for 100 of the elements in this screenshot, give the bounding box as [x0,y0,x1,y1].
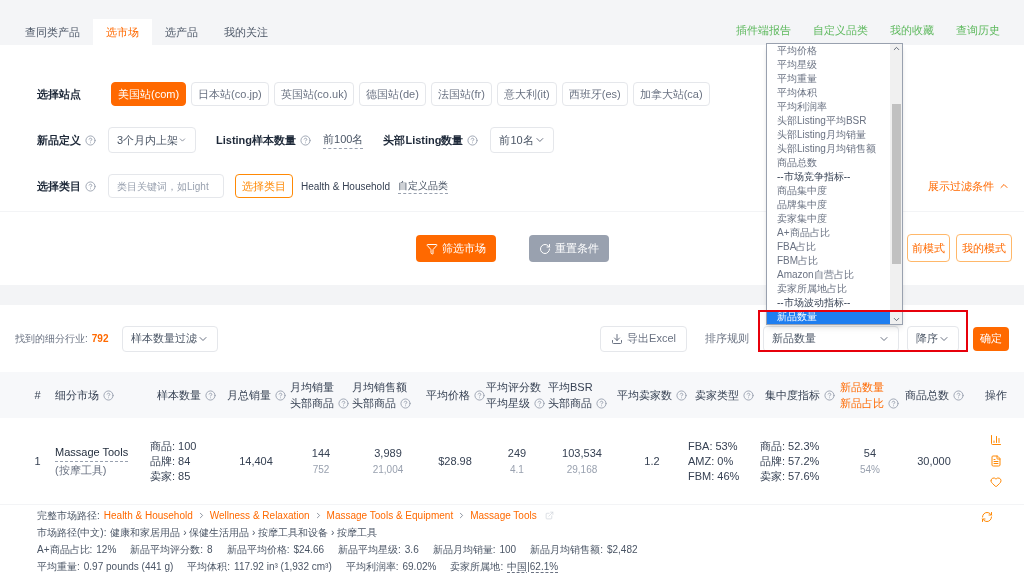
station-option[interactable]: 德国站(de) [359,82,426,106]
dropdown-option[interactable]: 平均体积 [767,86,890,100]
dropdown-option[interactable]: Amazon自营占比 [767,268,890,282]
export-excel-button[interactable]: 导出Excel [600,325,687,352]
stat-label: 新品平均评分数: [130,543,204,557]
document-icon[interactable] [990,455,1002,467]
dropdown-option[interactable]: 商品总数 [767,156,890,170]
stat-link[interactable]: 中国|62.1% [507,559,559,574]
scrollbar[interactable] [890,44,902,324]
help-icon[interactable] [596,397,607,409]
head-listing-select[interactable]: 前10名 [490,127,555,153]
external-link-icon[interactable] [544,511,554,520]
help-icon[interactable] [274,389,286,401]
dropdown-option[interactable]: 品牌集中度 [767,198,890,212]
market-path-link[interactable]: Wellness & Relaxation [209,508,310,523]
heart-icon[interactable] [990,476,1002,488]
dropdown-option[interactable]: 头部Listing月均销售额 [767,142,890,156]
scroll-down-icon[interactable] [891,315,901,324]
dropdown-group-label: --市场波动指标-- [776,296,852,310]
dropdown-option[interactable]: A+商品占比 [767,226,890,240]
dropdown-option[interactable]: 头部Listing月均销量 [767,128,890,142]
table-cell-subvalue: 21,004 [372,462,404,477]
mode-button[interactable]: 前模式 [907,234,950,262]
help-icon[interactable] [824,389,835,401]
reset-icon [538,242,551,255]
help-icon[interactable] [103,389,114,401]
detail-label: 完整市场路径: [37,509,100,523]
new-product-select[interactable]: 3个月内上架 [108,127,196,153]
bar-chart-icon[interactable] [990,434,1002,446]
current-category: Health & Household [301,179,390,194]
dropdown-option[interactable]: 平均利润率 [767,100,890,114]
help-icon[interactable] [85,180,96,192]
dropdown-option[interactable]: FBA占比 [767,240,890,254]
table-cell-line: 品牌: 84 [150,453,191,469]
stat-label: 卖家所属地: [450,560,504,574]
stat-value: 8 [207,543,213,557]
column-header: 头部商品 [352,395,411,412]
sort-order-select[interactable]: 降序 [907,325,959,352]
table-cell-subvalue: 29,168 [566,462,598,477]
station-option[interactable]: 美国站(com) [111,82,187,106]
table-cell-line: FBA: 53% [688,438,738,454]
show-filters-toggle[interactable]: 展示过滤条件 [928,177,1010,195]
table-cell-line: 卖家: 57.6% [760,468,820,484]
station-option[interactable]: 加拿大站(ca) [632,82,710,106]
results-count: 792 [91,332,109,346]
dropdown-option[interactable]: 平均星级 [767,58,890,72]
scrollbar-thumb[interactable] [891,104,901,264]
dropdown-option[interactable]: 头部Listing平均BSR [767,114,890,128]
help-icon[interactable] [888,397,899,409]
nav-tab[interactable]: 选市场 [93,19,152,45]
help-icon[interactable] [204,389,216,401]
station-option[interactable]: 西班牙(es) [561,82,628,106]
help-icon[interactable] [467,134,479,146]
custom-category-link[interactable]: 自定义品类 [397,178,448,194]
market-path-link[interactable]: Massage Tools [470,508,537,523]
help-icon[interactable] [534,397,545,409]
station-option[interactable]: 意大利(it) [496,82,557,106]
station-option[interactable]: 日本站(co.jp) [191,82,269,106]
help-icon[interactable] [742,389,754,401]
table-cell-line: 商品: 52.3% [760,438,820,454]
dropdown-option[interactable]: 平均重量 [767,72,890,86]
column-header: 新品数量 [840,379,884,395]
nav-tab[interactable]: 选产品 [152,19,211,45]
station-option[interactable]: 英国站(co.uk) [273,82,355,106]
filter-label: 选择类目 [37,178,81,194]
dropdown-option[interactable]: 平均价格 [767,44,890,58]
table-cell-value: 144 [311,446,331,462]
help-icon[interactable] [400,397,411,409]
confirm-button[interactable]: 确定 [973,326,1009,351]
scroll-up-icon[interactable] [891,44,901,53]
filter-market-button[interactable]: 筛选市场 [415,235,496,262]
sort-field-select[interactable]: 新品数量 [763,325,899,352]
detail-label: 市场路径(中文): [37,526,107,540]
dropdown-option[interactable]: 卖家集中度 [767,212,890,226]
my-mode-button[interactable]: 我的模式 [956,234,1012,262]
help-icon[interactable] [952,389,964,401]
refresh-icon[interactable] [981,511,993,523]
help-icon[interactable] [85,134,96,146]
market-path-link[interactable]: Massage Tools & Equipment [326,508,454,523]
stat-value: 0.97 pounds (441 g) [83,560,174,574]
column-header: 头部商品 [548,395,607,412]
table-cell-value: 103,534 [562,446,602,462]
nav-tab[interactable]: 我的关注 [211,19,281,45]
help-icon[interactable] [676,389,687,401]
market-path-link[interactable]: Health & Household [103,508,193,523]
dropdown-option[interactable]: FBM占比 [767,254,890,268]
station-option[interactable]: 法国站(fr) [430,82,492,106]
help-icon[interactable] [338,397,349,409]
market-link[interactable]: Massage Tools [55,444,129,462]
listing-sample-value[interactable]: 前100名 [323,131,364,149]
column-header: 月均销量 [290,379,334,395]
help-icon[interactable] [473,389,485,401]
category-search-field[interactable]: 类目关键词，如Light [108,174,224,198]
sample-filter-select[interactable]: 样本数量过滤 [122,325,219,352]
stat-label: 新品月均销售额: [530,543,603,557]
dropdown-option[interactable]: 卖家所属地占比 [767,282,890,296]
dropdown-option[interactable]: 商品集中度 [767,184,890,198]
stat-value: $24.66 [293,543,325,557]
help-icon[interactable] [300,134,312,146]
nav-tab[interactable]: 查同类产品 [12,19,93,45]
